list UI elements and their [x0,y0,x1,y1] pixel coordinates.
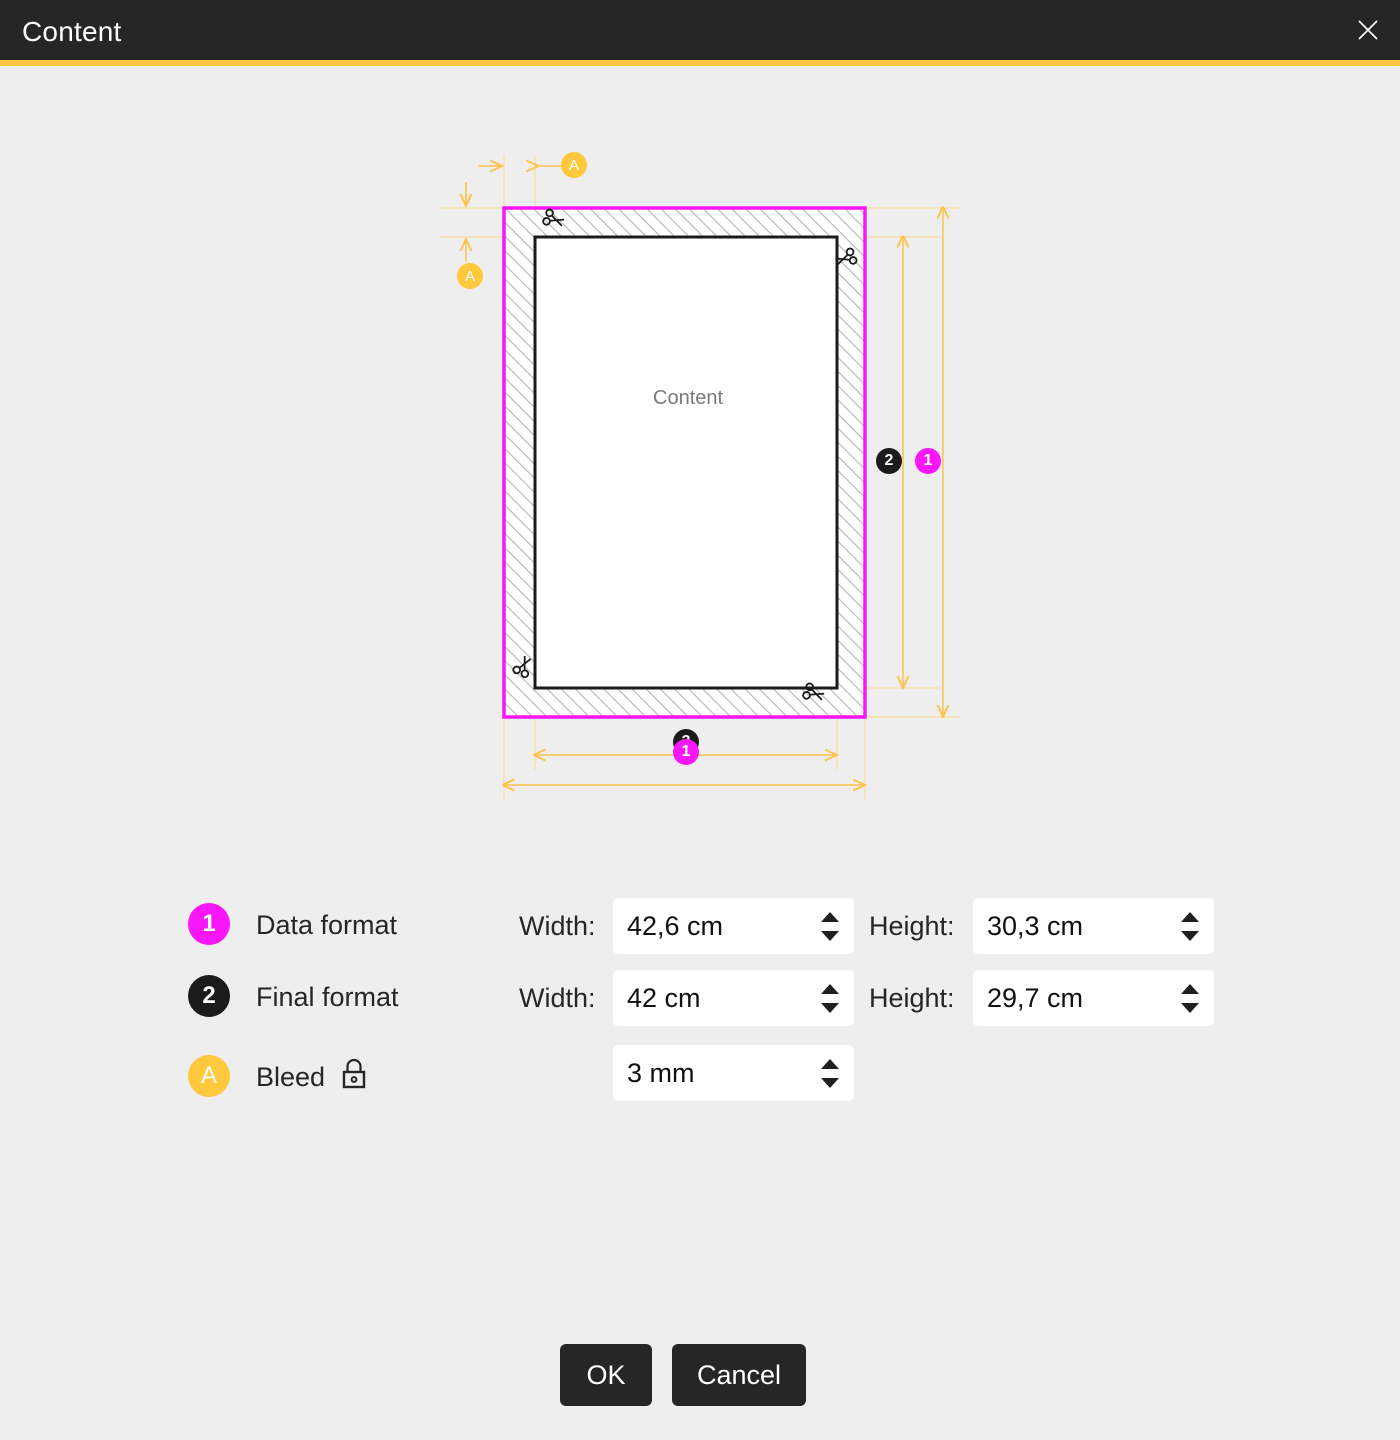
final-format-height-stepper[interactable] [1174,970,1214,1026]
final-format-height-value[interactable]: 29,7 cm [973,983,1174,1014]
lock-icon [338,1057,370,1098]
bleed-value-field[interactable]: 3 mm [613,1045,854,1101]
ok-button[interactable]: OK [560,1344,652,1406]
bleed-value[interactable]: 3 mm [613,1058,814,1089]
spin-down-icon[interactable] [1181,1003,1199,1013]
final-format-width-value[interactable]: 42 cm [613,983,814,1014]
bleed-stepper[interactable] [814,1045,854,1101]
row-badge-data-format: 1 [188,903,230,945]
row-badge-final-format: 2 [188,975,230,1017]
data-format-height-stepper[interactable] [1174,898,1214,954]
data-format-width-field[interactable]: 42,6 cm [613,898,854,954]
spin-up-icon[interactable] [821,1059,839,1069]
data-format-height-label: Height: [869,911,955,942]
spin-down-icon[interactable] [821,1003,839,1013]
spin-down-icon[interactable] [821,1078,839,1088]
spin-down-icon[interactable] [821,931,839,941]
data-format-width-stepper[interactable] [814,898,854,954]
spin-up-icon[interactable] [1181,912,1199,922]
row-label-bleed: Bleed [256,1062,325,1093]
final-format-height-field[interactable]: 29,7 cm [973,970,1214,1026]
final-format-width-stepper[interactable] [814,970,854,1026]
final-format-height-label: Height: [869,983,955,1014]
data-format-height-field[interactable]: 30,3 cm [973,898,1214,954]
final-format-width-label: Width: [519,983,596,1014]
spin-down-icon[interactable] [1181,931,1199,941]
row-label-final-format: Final format [256,982,399,1013]
data-format-width-label: Width: [519,911,596,942]
format-form: 1 Data format Width: 42,6 cm Height: 30,… [0,0,1400,1440]
spin-up-icon[interactable] [821,912,839,922]
spin-up-icon[interactable] [1181,984,1199,994]
data-format-width-value[interactable]: 42,6 cm [613,911,814,942]
row-badge-bleed: A [188,1055,230,1097]
spin-up-icon[interactable] [821,984,839,994]
cancel-button[interactable]: Cancel [672,1344,806,1406]
data-format-height-value[interactable]: 30,3 cm [973,911,1174,942]
final-format-width-field[interactable]: 42 cm [613,970,854,1026]
row-label-data-format: Data format [256,910,397,941]
